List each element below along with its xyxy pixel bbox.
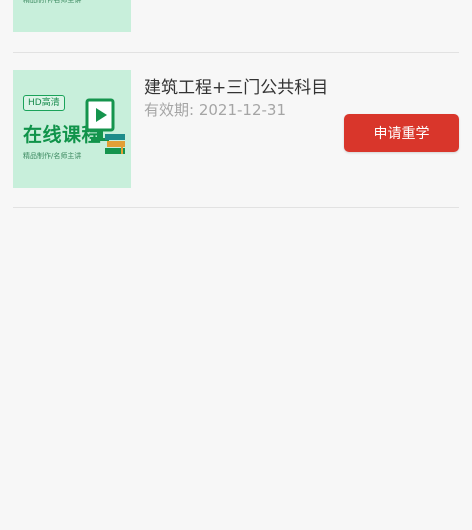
divider [13,207,459,208]
hd-badge: HD高清 [23,95,65,111]
reapply-button[interactable]: 申请重学 [344,114,459,152]
course-item-2[interactable]: HD高清 在线课程 精品制作/名师主讲 建筑工程+三门公共科目 有效期: 202… [0,0,472,207]
course-title: 建筑工程+三门公共科目 [144,78,329,98]
course-expire-date: 有效期: 2021-12-31 [144,101,286,119]
thumbnail-subtitle: 精品制作/名师主讲 [23,152,82,160]
course-list-screen: HD高清 在线课程 精品制作/名师主讲 HD高清 在线课程 精品制作/名师主讲 [0,0,472,530]
course-thumbnail: HD高清 在线课程 精品制作/名师主讲 [13,70,131,188]
monitor-with-books-icon [85,98,125,154]
